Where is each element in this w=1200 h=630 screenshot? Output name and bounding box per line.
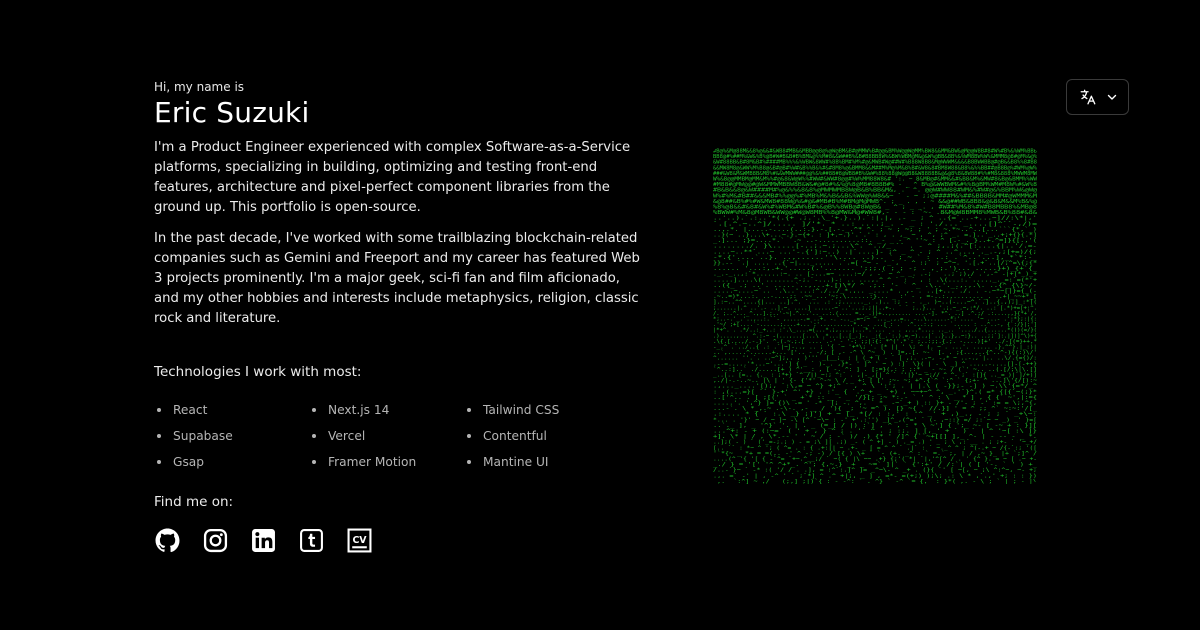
technologies-list: React Next.js 14 Tailwind CSS Supabase V…: [154, 397, 624, 475]
linkedin-icon: [251, 528, 275, 552]
bio-paragraph-2: In the past decade, I've worked with som…: [154, 231, 640, 326]
list-item: Vercel: [309, 423, 464, 449]
cv-link[interactable]: CV: [346, 527, 372, 553]
bullet-icon: [467, 408, 471, 412]
technology-label: Next.js 14: [328, 403, 390, 417]
technology-label: Vercel: [328, 429, 366, 443]
bullet-icon: [312, 434, 316, 438]
technology-label: React: [173, 403, 208, 417]
technology-label: Gsap: [173, 455, 204, 469]
page-title: Eric Suzuki: [154, 96, 310, 129]
bullet-icon: [312, 408, 316, 412]
instagram-link[interactable]: [202, 527, 228, 553]
cv-label: CV: [352, 535, 367, 546]
tumblr-link[interactable]: [298, 527, 324, 553]
bio-paragraph-1: I'm a Product Engineer experienced with …: [154, 140, 631, 215]
bullet-icon: [157, 460, 161, 464]
list-item: Contentful: [464, 423, 619, 449]
ascii-portrait: #B@%&M@88M&&8%@&&#&WB8#MB&&MBB@@8@%@W@BM…: [712, 148, 1038, 484]
technology-label: Tailwind CSS: [483, 403, 560, 417]
bullet-icon: [157, 434, 161, 438]
technologies-heading: Technologies I work with most:: [154, 364, 362, 380]
find-me-heading: Find me on:: [154, 494, 234, 510]
technology-label: Supabase: [173, 429, 233, 443]
translate-icon: [1080, 89, 1095, 105]
ascii-art-image: #B@%&M@88M&&8%@&&#&WB8#MB&&MBB@@8@%@W@BM…: [713, 149, 1038, 485]
technology-label: Contentful: [483, 429, 547, 443]
bullet-icon: [157, 408, 161, 412]
intro-section: Hi, my name is Eric Suzuki I'm a Product…: [154, 80, 644, 340]
language-switcher-button[interactable]: [1066, 79, 1129, 115]
chevron-down-icon: [1107, 94, 1116, 100]
social-links: CV: [154, 527, 394, 553]
list-item: Next.js 14: [309, 397, 464, 423]
technology-label: Framer Motion: [328, 455, 417, 469]
bullet-icon: [312, 460, 316, 464]
greeting: Hi, my name is: [154, 80, 245, 94]
list-item: Mantine UI: [464, 449, 619, 475]
instagram-icon: [203, 528, 227, 552]
list-item: React: [154, 397, 309, 423]
github-link[interactable]: [154, 527, 180, 553]
bullet-icon: [467, 434, 471, 438]
tumblr-icon: [299, 528, 323, 552]
list-item: Gsap: [154, 449, 309, 475]
list-item: Supabase: [154, 423, 309, 449]
ascii-row: _,._ `:^] ~ ,/ _ (;,] ;|)`{ : - -^: `_. …: [713, 479, 1037, 484]
list-item: Tailwind CSS: [464, 397, 619, 423]
technology-label: Mantine UI: [483, 455, 549, 469]
github-icon: [155, 528, 179, 552]
linkedin-link[interactable]: [250, 527, 276, 553]
bullet-icon: [467, 460, 471, 464]
list-item: Framer Motion: [309, 449, 464, 475]
cv-icon: CV: [347, 528, 371, 552]
